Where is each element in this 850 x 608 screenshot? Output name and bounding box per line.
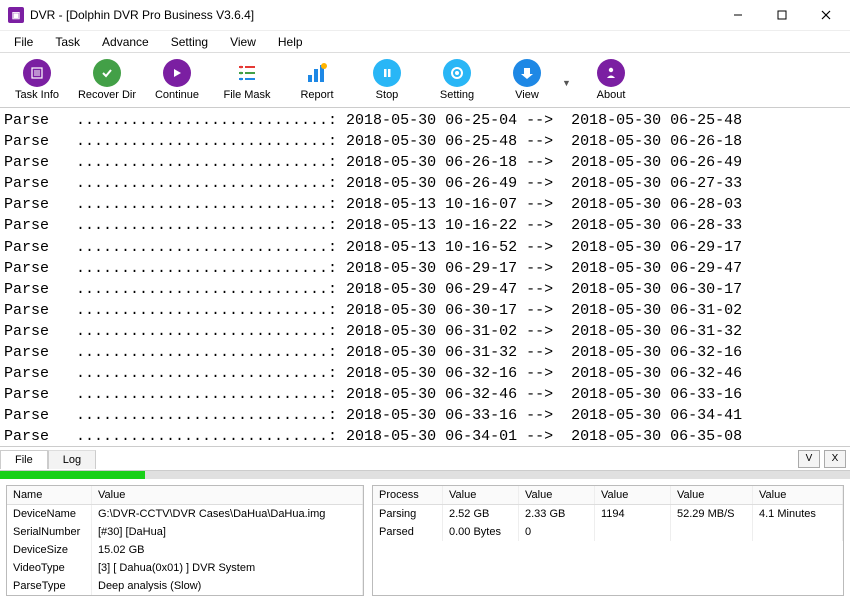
minimize-button[interactable] bbox=[716, 0, 760, 30]
view-icon bbox=[513, 59, 541, 87]
continue-button[interactable]: Continue bbox=[142, 55, 212, 103]
file-mask-label: File Mask bbox=[223, 89, 270, 101]
device-info-row[interactable]: DeviceNameG:\DVR-CCTV\DVR Cases\DaHua\Da… bbox=[7, 505, 363, 523]
process-cell: 4.1 Minutes bbox=[753, 505, 843, 523]
setting-label: Setting bbox=[440, 89, 474, 101]
about-label: About bbox=[597, 89, 626, 101]
continue-label: Continue bbox=[155, 89, 199, 101]
file-mask-button[interactable]: File Mask bbox=[212, 55, 282, 103]
report-label: Report bbox=[300, 89, 333, 101]
tab-log[interactable]: Log bbox=[48, 450, 96, 469]
process-cell bbox=[595, 523, 671, 541]
close-icon bbox=[821, 10, 831, 20]
btn-v[interactable]: V bbox=[798, 450, 820, 468]
device-prop-name: SerialNumber bbox=[7, 523, 92, 541]
process-cell: 1194 bbox=[595, 505, 671, 523]
app-icon: ▣ bbox=[8, 7, 24, 23]
device-info-row[interactable]: SerialNumber[#30] [DaHua] bbox=[7, 523, 363, 541]
task-info-icon bbox=[23, 59, 51, 87]
process-cell: Parsing bbox=[373, 505, 443, 523]
process-panel: Process Value Value Value Value Value Pa… bbox=[372, 485, 844, 596]
about-icon bbox=[597, 59, 625, 87]
window-title: DVR - [Dolphin DVR Pro Business V3.6.4] bbox=[30, 8, 254, 22]
col-value[interactable]: Value bbox=[92, 486, 363, 504]
recover-dir-icon bbox=[93, 59, 121, 87]
device-prop-name: DeviceSize bbox=[7, 541, 92, 559]
task-info-button[interactable]: Task Info bbox=[2, 55, 72, 103]
menu-advance[interactable]: Advance bbox=[92, 33, 159, 51]
setting-button[interactable]: Setting bbox=[422, 55, 492, 103]
process-cell: 52.29 MB/S bbox=[671, 505, 753, 523]
menu-setting[interactable]: Setting bbox=[161, 33, 218, 51]
device-prop-name: ParseType bbox=[7, 577, 92, 595]
device-prop-value: G:\DVR-CCTV\DVR Cases\DaHua\DaHua.img bbox=[92, 505, 363, 523]
device-prop-value: 15.02 GB bbox=[92, 541, 363, 559]
stop-label: Stop bbox=[376, 89, 399, 101]
continue-icon bbox=[163, 59, 191, 87]
device-info-row[interactable]: VideoType[3] [ Dahua(0x01) ] DVR System bbox=[7, 559, 363, 577]
recover-dir-label: Recover Dir bbox=[78, 89, 136, 101]
device-info-header: Name Value bbox=[7, 486, 363, 505]
progress-fill bbox=[0, 471, 145, 479]
stop-button[interactable]: Stop bbox=[352, 55, 422, 103]
col-value2[interactable]: Value bbox=[519, 486, 595, 504]
process-cell: 2.52 GB bbox=[443, 505, 519, 523]
menu-bar: File Task Advance Setting View Help bbox=[0, 30, 850, 52]
view-button[interactable]: View bbox=[492, 55, 562, 103]
col-name[interactable]: Name bbox=[7, 486, 92, 504]
bottom-panels: Name Value DeviceNameG:\DVR-CCTV\DVR Cas… bbox=[0, 479, 850, 602]
device-prop-name: DeviceName bbox=[7, 505, 92, 523]
tab-file[interactable]: File bbox=[0, 450, 48, 469]
device-prop-value: [#30] [DaHua] bbox=[92, 523, 363, 541]
maximize-button[interactable] bbox=[760, 0, 804, 30]
stop-icon bbox=[373, 59, 401, 87]
device-info-panel: Name Value DeviceNameG:\DVR-CCTV\DVR Cas… bbox=[6, 485, 364, 596]
progress-bar bbox=[0, 471, 850, 479]
process-cell bbox=[671, 523, 753, 541]
device-info-row[interactable]: ParseTypeDeep analysis (Slow) bbox=[7, 577, 363, 595]
toolbar: Task Info Recover Dir Continue File Mask… bbox=[0, 52, 850, 108]
menu-file[interactable]: File bbox=[4, 33, 43, 51]
process-cell: 0 bbox=[519, 523, 595, 541]
device-prop-value: Deep analysis (Slow) bbox=[92, 577, 363, 595]
process-cell bbox=[753, 523, 843, 541]
setting-icon bbox=[443, 59, 471, 87]
process-cell: Parsed bbox=[373, 523, 443, 541]
device-prop-name: VideoType bbox=[7, 559, 92, 577]
report-button[interactable]: Report bbox=[282, 55, 352, 103]
process-cell: 2.33 GB bbox=[519, 505, 595, 523]
task-info-label: Task Info bbox=[15, 89, 59, 101]
menu-view[interactable]: View bbox=[220, 33, 266, 51]
file-mask-icon bbox=[233, 59, 261, 87]
process-cell: 0.00 Bytes bbox=[443, 523, 519, 541]
view-dropdown-caret[interactable]: ▼ bbox=[562, 78, 576, 88]
process-row[interactable]: Parsing2.52 GB2.33 GB119452.29 MB/S4.1 M… bbox=[373, 505, 843, 523]
btn-x[interactable]: X bbox=[824, 450, 846, 468]
recover-dir-button[interactable]: Recover Dir bbox=[72, 55, 142, 103]
device-prop-value: [3] [ Dahua(0x01) ] DVR System bbox=[92, 559, 363, 577]
menu-help[interactable]: Help bbox=[268, 33, 313, 51]
about-button[interactable]: About bbox=[576, 55, 646, 103]
process-header: Process Value Value Value Value Value bbox=[373, 486, 843, 505]
bottom-tabs: File Log V X bbox=[0, 447, 850, 471]
menu-task[interactable]: Task bbox=[45, 33, 90, 51]
title-bar: ▣ DVR - [Dolphin DVR Pro Business V3.6.4… bbox=[0, 0, 850, 30]
minimize-icon bbox=[733, 10, 743, 20]
col-value4[interactable]: Value bbox=[671, 486, 753, 504]
maximize-icon bbox=[777, 10, 787, 20]
col-value1[interactable]: Value bbox=[443, 486, 519, 504]
close-button[interactable] bbox=[804, 0, 848, 30]
log-output[interactable]: Parse ............................: 2018… bbox=[0, 108, 850, 447]
col-value3[interactable]: Value bbox=[595, 486, 671, 504]
col-value5[interactable]: Value bbox=[753, 486, 843, 504]
device-info-row[interactable]: DeviceSize15.02 GB bbox=[7, 541, 363, 559]
col-process[interactable]: Process bbox=[373, 486, 443, 504]
process-row[interactable]: Parsed0.00 Bytes0 bbox=[373, 523, 843, 541]
view-label: View bbox=[515, 89, 539, 101]
report-icon bbox=[303, 59, 331, 87]
